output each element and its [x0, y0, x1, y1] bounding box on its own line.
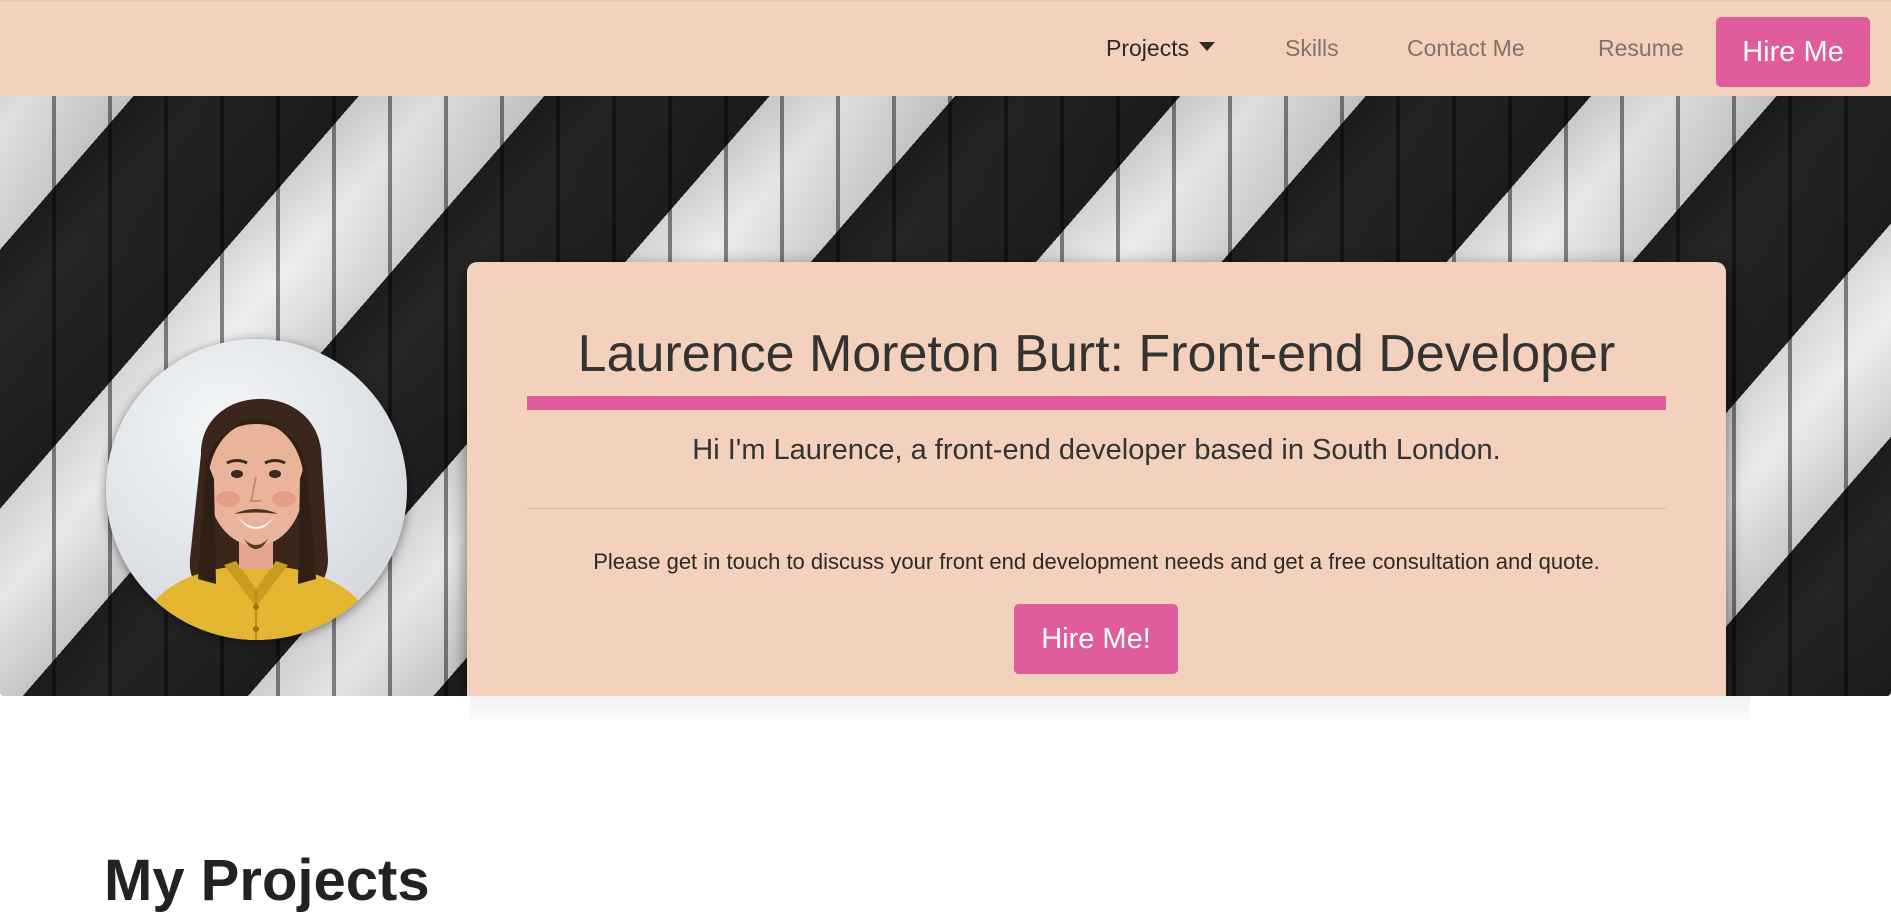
projects-heading: My Projects [104, 848, 430, 913]
profile-photo [106, 339, 407, 640]
nav-hire-button[interactable]: Hire Me [1716, 17, 1870, 87]
intro-text: Please get in touch to discuss your fron… [593, 549, 1600, 574]
nav-projects-dropdown[interactable]: Projects [1106, 32, 1216, 64]
hero-hire-button[interactable]: Hire Me! [1014, 604, 1178, 674]
intro-card: Laurence Moreton Burt: Front-end Develop… [467, 262, 1726, 696]
nav-link-skills[interactable]: Skills [1285, 32, 1339, 64]
hero-banner: Laurence Moreton Burt: Front-end Develop… [0, 96, 1891, 696]
hero-shadow [470, 696, 1750, 724]
nav-link-resume[interactable]: Resume [1598, 32, 1684, 64]
title-underline [527, 396, 1666, 410]
navbar: Projects Skills Contact Me Resume Hire M… [0, 0, 1891, 96]
page-title: Laurence Moreton Burt: Front-end Develop… [577, 325, 1616, 383]
caret-down-icon [1199, 42, 1216, 52]
profile-photo-illustration [136, 398, 378, 640]
nav-link-contact[interactable]: Contact Me [1407, 32, 1525, 64]
intro-subtitle: Hi I'm Laurence, a front-end developer b… [692, 434, 1501, 466]
nav-projects-label: Projects [1106, 35, 1190, 61]
divider [527, 508, 1666, 509]
